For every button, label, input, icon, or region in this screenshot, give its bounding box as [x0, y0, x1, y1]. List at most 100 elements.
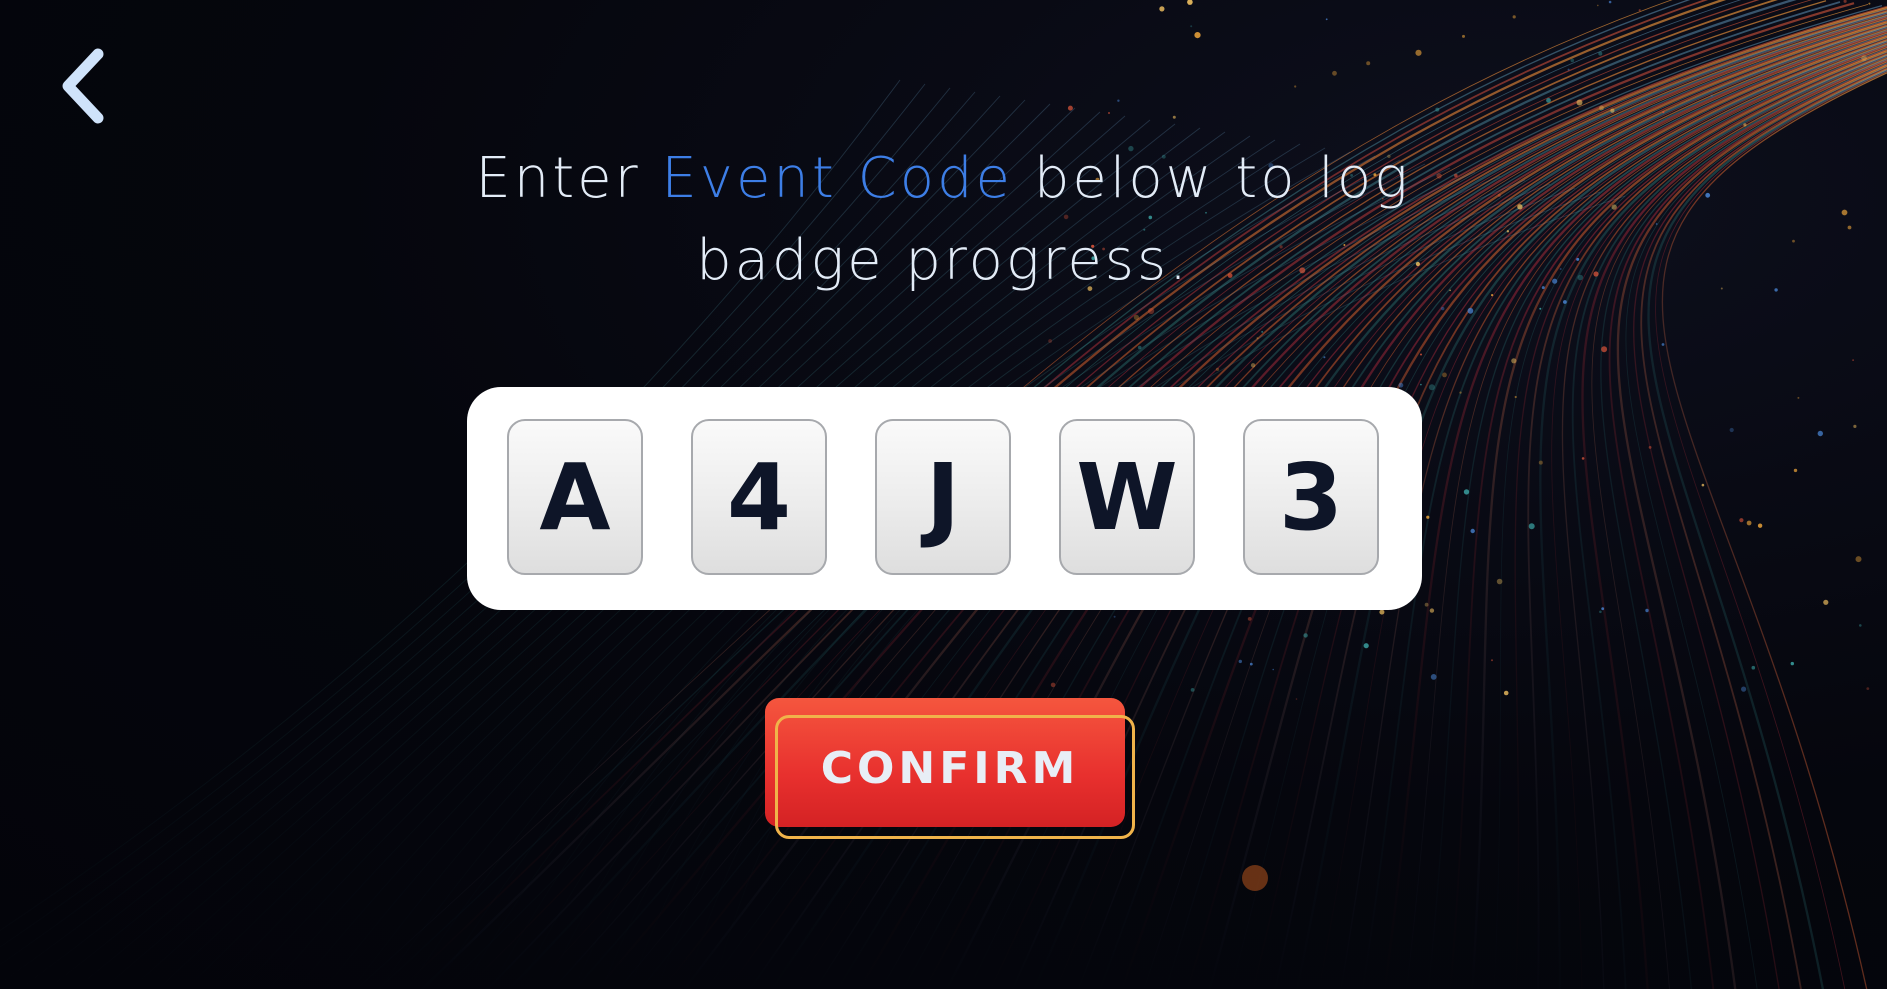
light-streak: [1561, 57, 1887, 989]
sparkle-dot: [1741, 686, 1747, 692]
light-streak: [1581, 59, 1887, 989]
sparkle-dot: [1855, 556, 1862, 563]
sparkle-dot: [1841, 209, 1848, 216]
sparkle-dot: [1462, 34, 1465, 38]
instruction-highlight: Event Code: [661, 146, 1014, 211]
sparkle-dot: [1449, 289, 1451, 292]
sparkle-dot: [1852, 359, 1854, 361]
sparkle-dot: [1792, 239, 1795, 243]
sparkle-dot: [1272, 668, 1274, 671]
sparkle-dot: [1601, 346, 1608, 353]
sparkle-dot: [1398, 382, 1404, 388]
sparkle-dot: [1366, 61, 1371, 66]
code-char-5[interactable]: 3: [1243, 419, 1379, 575]
sparkle-dot: [1705, 192, 1711, 198]
sparkle-dot: [1843, 0, 1847, 3]
sparkle-dot: [1190, 25, 1193, 28]
sparkle-dot: [1503, 690, 1509, 696]
sparkle-dot: [1303, 633, 1308, 638]
sparkle-dot: [1541, 286, 1545, 290]
sparkle-dot: [1463, 489, 1470, 495]
sparkle-dot: [1859, 624, 1862, 627]
sparkle-dot: [1599, 610, 1602, 614]
sparkle-dot: [1332, 70, 1337, 76]
sparkle-dot: [1294, 85, 1297, 88]
code-char-3[interactable]: J: [875, 419, 1011, 575]
sparkle-dot: [1552, 278, 1558, 284]
light-streak: [1661, 72, 1887, 989]
sparkle-dot: [1581, 457, 1585, 460]
sparkle-dot: [1567, 68, 1570, 71]
light-streak: [1625, 66, 1887, 989]
sparkle-dot: [1067, 105, 1073, 111]
sparkle-dot: [1511, 358, 1517, 364]
light-streak: [1640, 68, 1887, 989]
back-button[interactable]: [50, 40, 120, 130]
sparkle-dot: [1491, 659, 1493, 662]
sparkle-dot: [1249, 662, 1253, 666]
confirm-button-label: CONFIRM: [820, 742, 1080, 794]
sparkle-dot: [1238, 659, 1243, 664]
code-char-1[interactable]: A: [507, 419, 643, 575]
light-streak: [1633, 67, 1887, 989]
sparkle-dot: [1662, 111, 1665, 114]
sparkle-dot: [1577, 274, 1584, 281]
sparkle-dot: [1648, 446, 1652, 449]
code-char-2[interactable]: 4: [691, 419, 827, 575]
code-char-4[interactable]: W: [1059, 419, 1195, 575]
sparkle-dot: [1655, 223, 1658, 225]
sparkle-dot: [1729, 427, 1734, 433]
sparkle-dot: [1868, 2, 1871, 5]
bokeh-dot: [1242, 865, 1268, 891]
sparkle-dot: [1048, 339, 1052, 343]
sparkle-dot: [1420, 353, 1422, 356]
sparkle-dot: [1866, 687, 1870, 690]
sparkle-dot: [1137, 345, 1142, 350]
sparkle-dot: [1325, 18, 1328, 21]
confirm-button[interactable]: CONFIRM: [765, 698, 1135, 839]
sparkle-dot: [1751, 665, 1756, 670]
sparkle-dot: [1559, 268, 1562, 270]
sparkle-dot: [1491, 294, 1494, 297]
sparkle-dot: [1172, 115, 1176, 119]
sparkle-dot: [1645, 608, 1649, 613]
sparkle-dot: [1459, 391, 1462, 394]
sparkle-dot: [1194, 31, 1201, 39]
sparkle-dot: [1050, 682, 1056, 688]
sparkle-dot: [1528, 523, 1535, 530]
sparkle-dot: [1295, 698, 1298, 700]
sparkle-dot: [1757, 523, 1763, 528]
sparkle-dot: [1159, 6, 1165, 12]
sparkle-dot: [1415, 49, 1422, 56]
sparkle-dot: [1420, 383, 1422, 386]
code-entry-panel: A 4 J W 3: [467, 387, 1422, 610]
sparkle-dot: [1514, 395, 1517, 399]
instruction-text: Enter Event Code below to log badge prog…: [443, 138, 1443, 302]
sparkle-dot: [1576, 99, 1583, 106]
sparkle-dot: [1774, 288, 1778, 292]
sparkle-dot: [1190, 688, 1195, 692]
sparkle-dot: [1847, 225, 1852, 230]
sparkle-dot: [1250, 363, 1256, 368]
sparkle-dot: [1428, 384, 1435, 391]
sparkle-dot: [1638, 9, 1641, 12]
sparkle-dot: [1817, 430, 1824, 437]
sparkle-dot: [1424, 602, 1429, 607]
sparkle-dot: [1133, 314, 1139, 320]
sparkle-dot: [1517, 204, 1523, 210]
sparkle-dot: [1117, 99, 1120, 102]
sparkle-dot: [1256, 337, 1259, 340]
sparkle-dot: [1323, 356, 1326, 359]
sparkle-dot: [1563, 300, 1567, 304]
sparkle-dot: [1853, 424, 1857, 428]
sparkle-dot: [1793, 468, 1798, 473]
sparkle-dot: [1467, 307, 1474, 314]
sparkle-dot: [1426, 515, 1430, 519]
sparkle-dot: [1454, 173, 1458, 178]
sparkle-dot: [1576, 257, 1580, 261]
sparkle-dot: [1790, 661, 1795, 666]
sparkle-dot: [1701, 483, 1705, 487]
sparkle-dot: [1593, 271, 1599, 277]
sparkle-dot: [1739, 518, 1744, 523]
sparkle-dot: [1148, 307, 1155, 315]
